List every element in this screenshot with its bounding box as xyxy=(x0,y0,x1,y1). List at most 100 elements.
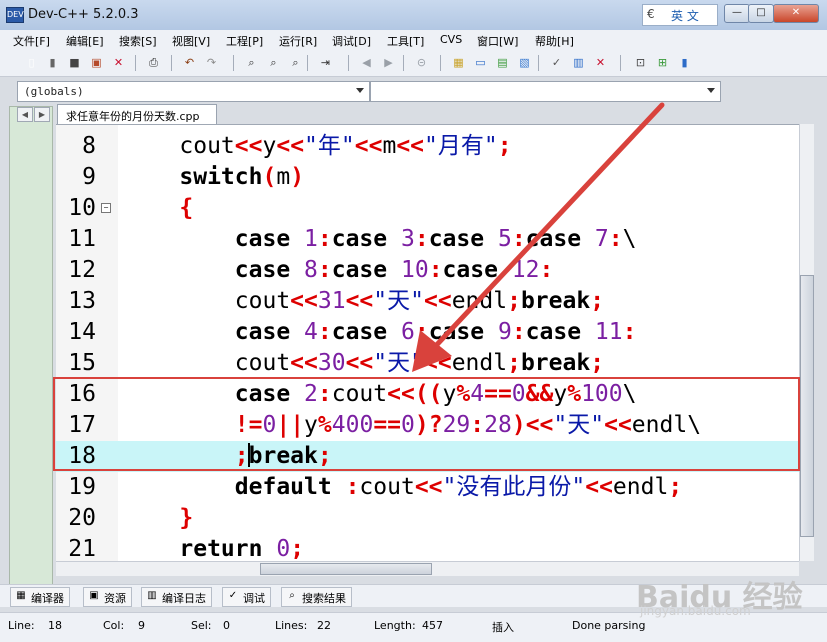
code-text: cout<<30<<"天"<<endl;break; xyxy=(124,348,604,379)
new-project-icon[interactable]: ⊡ xyxy=(632,54,649,71)
run-icon[interactable]: ▭ xyxy=(472,54,489,71)
code-editor[interactable]: 8 cout<<y<<"年"<<m<<"月有"; 9 switch(m) 10− {… xyxy=(56,124,799,562)
menu-help[interactable]: 帮助[H] xyxy=(535,33,574,49)
minimize-button[interactable]: — xyxy=(724,4,750,23)
code-text: switch(m) xyxy=(124,162,304,193)
new-file-icon[interactable]: ▯ xyxy=(23,54,40,71)
code-token: case xyxy=(525,319,595,345)
code-token: cout xyxy=(124,133,235,159)
close-button[interactable]: ✕ xyxy=(773,4,819,23)
replace-icon[interactable]: ⌕ xyxy=(287,54,304,71)
code-token: case xyxy=(124,257,305,283)
menu-edit[interactable]: 编辑[E] xyxy=(66,33,104,49)
profile-icon[interactable]: ▥ xyxy=(570,54,587,71)
menu-view[interactable]: 视图[V] xyxy=(172,33,210,49)
menu-file[interactable]: 文件[F] xyxy=(13,33,50,49)
tab-scroll-right-icon[interactable]: ▶ xyxy=(34,107,50,122)
bookmark-prev-icon[interactable]: ◀ xyxy=(358,54,375,71)
toolbar-separator xyxy=(538,55,539,71)
code-line[interactable]: 10− { xyxy=(56,193,799,224)
code-line[interactable]: 9 switch(m) xyxy=(56,162,799,193)
code-token: ; xyxy=(497,133,512,159)
code-token: 30 xyxy=(317,350,346,376)
compile-icon[interactable]: ▦ xyxy=(450,54,467,71)
code-line[interactable]: 8 cout<<y<<"年"<<m<<"月有"; xyxy=(56,131,799,162)
project-options-icon[interactable]: ▮ xyxy=(676,54,693,71)
code-token: \ xyxy=(622,226,637,252)
code-token: << xyxy=(345,288,374,314)
ime-mode-label: 英 文 xyxy=(671,9,699,23)
find-next-icon[interactable]: ⌕ xyxy=(265,54,282,71)
save-all-icon[interactable]: ▣ xyxy=(88,54,105,71)
close-file-icon[interactable]: ✕ xyxy=(110,54,127,71)
code-token: 7 xyxy=(594,226,609,252)
save-icon[interactable]: ■ xyxy=(66,54,83,71)
find-icon[interactable]: ⌕ xyxy=(243,54,260,71)
menu-project[interactable]: 工程[P] xyxy=(226,33,263,49)
menu-debug[interactable]: 调试[D] xyxy=(332,33,371,49)
file-tab[interactable]: 求任意年份的月份天数.cpp xyxy=(57,104,217,125)
menu-cvs[interactable]: CVS xyxy=(440,33,462,46)
toolbar-separator xyxy=(440,55,441,71)
code-token: } xyxy=(124,505,194,531)
toolbar-separator xyxy=(233,55,234,71)
debug-icon: ✓ xyxy=(228,590,238,601)
code-line[interactable]: 13 cout<<31<<"天"<<endl;break; xyxy=(56,286,799,317)
code-token: : xyxy=(317,257,332,283)
code-line[interactable]: 20 } xyxy=(56,503,799,534)
toolbar-separator xyxy=(171,55,172,71)
rebuild-icon[interactable]: ▧ xyxy=(516,54,533,71)
tab-compile-log[interactable]: ▥ 编译日志 xyxy=(141,587,212,607)
code-token: m xyxy=(382,133,397,159)
chevron-down-icon xyxy=(356,88,364,93)
vertical-scrollbar-thumb[interactable] xyxy=(800,275,814,537)
menu-tools[interactable]: 工具[T] xyxy=(387,33,424,49)
code-token: ) xyxy=(290,164,305,190)
bookmark-next-icon[interactable]: ▶ xyxy=(380,54,397,71)
scope-combo[interactable]: (globals) xyxy=(17,81,370,102)
line-number: 21 xyxy=(68,536,96,562)
tab-debug[interactable]: ✓ 调试 xyxy=(222,587,271,607)
code-line[interactable]: 19 default :cout<<"没有此月份"<<endl; xyxy=(56,472,799,503)
print-icon[interactable]: ⎙ xyxy=(145,54,162,71)
tab-compiler[interactable]: ▦ 编译器 xyxy=(10,587,70,607)
code-token: "月有" xyxy=(424,133,498,159)
tab-scroll-left-icon[interactable]: ◀ xyxy=(17,107,33,122)
code-token: : xyxy=(511,319,526,345)
restore-button[interactable]: □ xyxy=(748,4,774,23)
fold-toggle-icon[interactable]: − xyxy=(101,203,111,213)
code-token: case xyxy=(442,257,512,283)
code-line[interactable]: 11 case 1:case 3:case 5:case 7:\ xyxy=(56,224,799,255)
undo-icon[interactable]: ↶ xyxy=(181,54,198,71)
code-token: endl xyxy=(451,350,508,376)
status-line-label: Line: xyxy=(8,619,35,632)
add-to-project-icon[interactable]: ⊞ xyxy=(654,54,671,71)
code-token: 31 xyxy=(317,288,346,314)
code-token: ; xyxy=(590,288,605,314)
code-text: return 0; xyxy=(124,534,304,562)
member-combo[interactable] xyxy=(370,81,721,102)
goto-line-icon[interactable]: ⇥ xyxy=(317,54,334,71)
compile-run-icon[interactable]: ▤ xyxy=(494,54,511,71)
horizontal-scrollbar-thumb[interactable] xyxy=(260,563,432,575)
delete-profile-icon[interactable]: ✕ xyxy=(592,54,609,71)
menu-search[interactable]: 搜索[S] xyxy=(119,33,157,49)
code-line[interactable]: 12 case 8:case 10:case 12: xyxy=(56,255,799,286)
code-line[interactable]: 21 return 0; xyxy=(56,534,799,562)
menu-window[interactable]: 窗口[W] xyxy=(477,33,518,49)
code-token: ; xyxy=(668,474,683,500)
line-number: 20 xyxy=(68,505,96,531)
tab-search-results[interactable]: ⌕ 搜索结果 xyxy=(281,587,352,607)
code-text: { xyxy=(124,193,193,224)
redo-icon[interactable]: ↷ xyxy=(203,54,220,71)
check-syntax-icon[interactable]: ✓ xyxy=(548,54,565,71)
open-file-icon[interactable]: ▮ xyxy=(44,54,61,71)
menu-run[interactable]: 运行[R] xyxy=(279,33,317,49)
stop-icon[interactable]: ⊝ xyxy=(413,54,430,71)
code-line[interactable]: 14 case 4:case 6:case 9:case 11: xyxy=(56,317,799,348)
project-browser-panel[interactable] xyxy=(9,106,53,586)
code-line[interactable]: 15 cout<<30<<"天"<<endl;break; xyxy=(56,348,799,379)
ime-indicator[interactable]: € 英 文 xyxy=(642,4,718,26)
tab-resources[interactable]: ▣ 资源 xyxy=(83,587,132,607)
bottom-tab-label: 搜索结果 xyxy=(302,592,346,605)
